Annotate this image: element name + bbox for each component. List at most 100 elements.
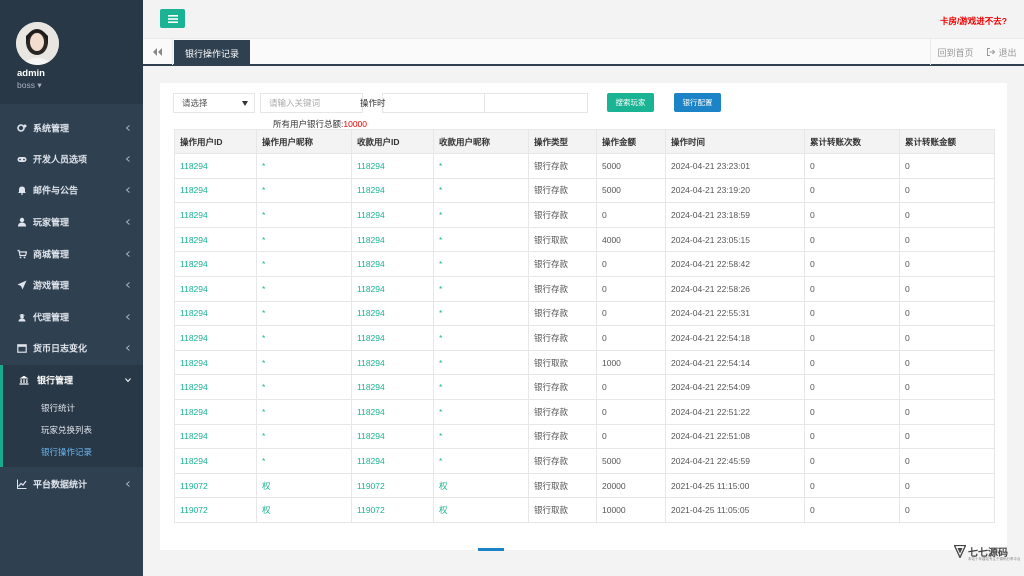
table-cell[interactable]: 119072 — [351, 497, 434, 523]
sidebar-item-dev-options[interactable]: 开发人员选项 — [0, 144, 143, 174]
table-cell: 1000 — [596, 349, 666, 376]
table-cell: 0 — [804, 374, 900, 400]
submenu-bank-stats[interactable]: 银行统计 — [41, 402, 75, 414]
table-cell[interactable]: * — [256, 300, 352, 327]
table-cell[interactable]: * — [433, 325, 529, 351]
table-cell[interactable]: * — [256, 325, 352, 351]
table-cell[interactable]: 118294 — [174, 325, 257, 351]
keyword-input[interactable]: 请输入关键词 — [260, 93, 363, 113]
table-cell[interactable]: 118294 — [174, 374, 257, 400]
filter-select[interactable]: 请选择 — [173, 93, 255, 113]
table-cell[interactable]: 权 — [256, 497, 352, 523]
table-cell[interactable]: 118294 — [351, 423, 434, 450]
table-cell[interactable]: 118294 — [351, 300, 434, 327]
table-cell[interactable]: * — [433, 448, 529, 474]
table-cell[interactable]: 118294 — [351, 275, 434, 302]
search-player-button[interactable]: 搜索玩家 — [607, 93, 654, 112]
menu-toggle-button[interactable] — [160, 9, 185, 28]
table-cell: 2024-04-21 23:05:15 — [665, 226, 805, 253]
table-cell[interactable]: 118294 — [174, 202, 257, 228]
table-cell[interactable]: * — [433, 153, 529, 179]
submenu-player-exchange-list[interactable]: 玩家兑换列表 — [41, 424, 92, 436]
table-cell[interactable]: 权 — [256, 472, 352, 499]
table-cell[interactable]: 118294 — [174, 275, 257, 302]
profile-role[interactable]: boss ▾ — [17, 80, 42, 91]
table-cell: 0 — [804, 202, 900, 228]
table-cell[interactable]: * — [256, 423, 352, 450]
table-cell[interactable]: 118294 — [351, 374, 434, 400]
table-cell[interactable]: 118294 — [174, 251, 257, 277]
avatar[interactable] — [16, 22, 59, 65]
table-cell[interactable]: 118294 — [174, 153, 257, 179]
table-cell[interactable]: 118294 — [351, 226, 434, 253]
time-end-input[interactable] — [484, 93, 588, 113]
column-header: 操作金额 — [596, 129, 666, 154]
sidebar-item-currency-log[interactable]: 货币日志变化 — [0, 333, 143, 363]
table-cell[interactable]: * — [433, 300, 529, 327]
sidebar-item-bank[interactable]: 银行管理 — [0, 365, 143, 395]
table-cell[interactable]: * — [256, 153, 352, 179]
sidebar-item-platform-stats[interactable]: 平台数据统计 — [0, 469, 143, 499]
table-cell[interactable]: * — [433, 275, 529, 302]
table-cell[interactable]: * — [433, 251, 529, 277]
sidebar-item-games[interactable]: 游戏管理 — [0, 270, 143, 300]
submenu-bank-operation-log[interactable]: 银行操作记录 — [41, 446, 92, 458]
table-cell[interactable]: * — [433, 226, 529, 253]
table-cell[interactable]: 118294 — [351, 177, 434, 204]
room-issue-link[interactable]: 卡房/游戏进不去? — [940, 15, 1007, 27]
table-cell[interactable]: 118294 — [351, 398, 434, 425]
table-cell[interactable]: 权 — [433, 472, 529, 499]
table-cell[interactable]: 118294 — [351, 448, 434, 474]
table-cell[interactable]: * — [433, 374, 529, 400]
table-cell[interactable]: * — [433, 423, 529, 450]
back-home-button[interactable]: 回到首页 — [930, 39, 980, 65]
table-cell[interactable]: 118294 — [174, 300, 257, 327]
table-row: 118294 * 118294 * 银行存款 0 2024-04-21 23:18:59 0 0 — [174, 202, 995, 228]
table-cell: 20000 — [596, 472, 666, 499]
table-cell: 银行取款 — [528, 226, 597, 253]
table-cell[interactable]: * — [256, 448, 352, 474]
sidebar-item-agents[interactable]: 代理管理 — [0, 302, 143, 332]
table-cell[interactable]: 118294 — [351, 202, 434, 228]
pagination-indicator[interactable] — [478, 548, 504, 551]
table-cell[interactable]: * — [256, 349, 352, 376]
tab-bank-operation-log[interactable]: 银行操作记录 — [174, 40, 250, 66]
table-cell[interactable]: * — [256, 374, 352, 400]
chevron-left-icon — [125, 345, 130, 351]
table-cell[interactable]: 119072 — [174, 497, 257, 523]
sidebar-item-mail[interactable]: 邮件与公告 — [0, 175, 143, 205]
bank-config-button[interactable]: 银行配置 — [674, 93, 721, 112]
table-cell[interactable]: 权 — [433, 497, 529, 523]
table-cell[interactable]: * — [256, 398, 352, 425]
sidebar-item-system[interactable]: 系统管理 — [0, 113, 143, 143]
logout-button[interactable]: 退出 — [980, 39, 1024, 65]
table-cell[interactable]: 118294 — [351, 153, 434, 179]
table-cell[interactable]: * — [433, 349, 529, 376]
sidebar-item-players[interactable]: 玩家管理 — [0, 207, 143, 237]
table-cell[interactable]: 118294 — [174, 423, 257, 450]
table-cell[interactable]: * — [256, 226, 352, 253]
table-cell[interactable]: 118294 — [174, 448, 257, 474]
table-cell[interactable]: 118294 — [174, 398, 257, 425]
chevron-down-icon — [125, 378, 131, 383]
table-cell[interactable]: 119072 — [174, 472, 257, 499]
table-cell[interactable]: * — [433, 177, 529, 204]
table-cell[interactable]: * — [433, 398, 529, 425]
table-cell[interactable]: 118294 — [351, 325, 434, 351]
sidebar-item-shop[interactable]: 商城管理 — [0, 239, 143, 269]
table-cell[interactable]: * — [256, 202, 352, 228]
time-start-input[interactable] — [382, 93, 485, 113]
table-cell[interactable]: 118294 — [351, 251, 434, 277]
table-cell[interactable]: * — [256, 251, 352, 277]
table-cell[interactable]: 119072 — [351, 472, 434, 499]
table-cell[interactable]: 118294 — [351, 349, 434, 376]
table-cell[interactable]: 118294 — [174, 226, 257, 253]
table-cell[interactable]: * — [256, 275, 352, 302]
table-cell: 银行存款 — [528, 448, 597, 474]
table-cell[interactable]: * — [256, 177, 352, 204]
watermark-subtext: 本站十年建站专注于源码分享平台 — [968, 557, 1021, 561]
table-cell[interactable]: 118294 — [174, 349, 257, 376]
table-cell[interactable]: 118294 — [174, 177, 257, 204]
tab-scroll-left-button[interactable] — [143, 39, 173, 65]
table-cell[interactable]: * — [433, 202, 529, 228]
